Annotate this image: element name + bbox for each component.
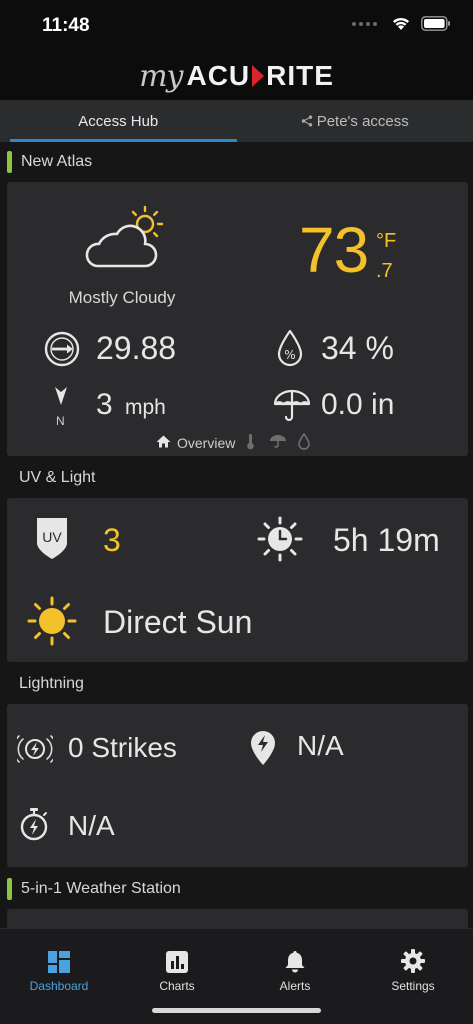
thermometer-icon[interactable] (246, 433, 255, 450)
section-lightning-title: Lightning (19, 675, 84, 692)
device-status-bar (7, 878, 12, 900)
logo-acu-text: ACU (186, 60, 251, 91)
barometer-icon (44, 331, 80, 367)
acurite-logo: my ACU RITE (139, 59, 334, 94)
temperature-unit: °F (376, 230, 397, 252)
light-condition-value: Direct Sun (103, 604, 253, 640)
lightning-distance-value: N/A (297, 730, 344, 761)
device-status-bar (7, 151, 12, 173)
section-uv-light-title: UV & Light (19, 469, 96, 486)
humidity-drop-icon: % (277, 329, 303, 367)
section-uv-light-header: UV & Light (0, 459, 473, 497)
status-time: 11:48 (42, 15, 90, 36)
temperature-value: 73 (299, 214, 369, 286)
nav-dashboard[interactable]: Dashboard (0, 929, 118, 993)
uv-index-value: 3 (103, 522, 121, 558)
logo-rite-text: RITE (266, 60, 334, 91)
nav-alerts[interactable]: Alerts (236, 929, 354, 993)
pressure-value: 29.88 (96, 330, 177, 366)
section-new-atlas-header[interactable]: New Atlas (0, 143, 473, 181)
temperature-decimal: .7 (376, 260, 393, 282)
nav-settings[interactable]: Settings (354, 929, 472, 993)
weather-station-card[interactable] (7, 909, 468, 928)
section-weather-station-header[interactable]: 5-in-1 Weather Station (0, 870, 473, 908)
wind-speed-unit: mph (125, 396, 166, 419)
mostly-cloudy-icon (85, 205, 164, 268)
home-indicator[interactable] (152, 1008, 321, 1013)
direct-sun-icon (27, 596, 77, 646)
battery-icon (421, 16, 450, 31)
section-lightning-header: Lightning (0, 665, 473, 703)
section-weather-station-title: 5-in-1 Weather Station (21, 880, 181, 897)
tab-access-hub[interactable]: Access Hub (0, 100, 237, 142)
svg-text:%: % (284, 348, 295, 362)
sun-clock-icon (257, 516, 303, 562)
weather-condition: Mostly Cloudy (68, 288, 176, 307)
nav-charts[interactable]: Charts (118, 929, 236, 993)
section-new-atlas-title: New Atlas (21, 153, 93, 170)
lightning-strikes-icon (17, 735, 53, 763)
rain-value: 0.0 in (321, 388, 395, 421)
lightning-card[interactable]: 0 Strikes N/A N/A (7, 704, 468, 867)
lightning-strikes-value: 0 Strikes (68, 732, 177, 763)
uv-light-card[interactable]: UV 3 5h 19m Direct Sun (7, 498, 468, 662)
lightning-timer-icon (20, 808, 48, 841)
tab-petes-access-label: Pete's access (316, 112, 409, 130)
rain-umbrella-small-icon[interactable] (269, 434, 287, 449)
access-tabs: Access Hub Pete's access (0, 100, 473, 142)
app-header: my ACU RITE (0, 52, 473, 100)
cellular-signal-icon (352, 21, 377, 26)
umbrella-icon (273, 389, 311, 422)
humidity-small-icon[interactable] (298, 433, 310, 450)
nav-dashboard-label: Dashboard (29, 979, 89, 993)
nav-settings-label: Settings (391, 979, 435, 993)
dashboard-icon (48, 951, 70, 973)
wind-direction-arrow-icon (55, 387, 67, 405)
uv-badge-text: UV (42, 529, 62, 545)
gear-icon (401, 949, 425, 973)
charts-icon (166, 951, 188, 973)
tab-access-hub-label: Access Hub (78, 112, 159, 130)
lightning-last-strike-value: N/A (68, 810, 115, 841)
wind-direction-label: N (56, 414, 65, 428)
light-duration-value: 5h 19m (333, 522, 440, 558)
lightning-location-pin-icon (251, 731, 275, 765)
tab-petes-access[interactable]: Pete's access (237, 100, 473, 142)
overview-link[interactable]: Overview (177, 435, 235, 451)
atlas-card[interactable]: Mostly Cloudy 73 °F .7 29.88 % 34 % N 3 … (7, 182, 468, 456)
home-icon (156, 435, 171, 448)
logo-arrow-icon (252, 65, 265, 87)
wind-speed-value: 3 (96, 388, 113, 421)
share-icon (301, 115, 312, 127)
status-bar: 11:48 (0, 0, 473, 52)
wifi-icon (393, 17, 409, 30)
bell-icon (285, 951, 305, 973)
logo-my-text: my (139, 58, 183, 94)
humidity-value: 34 % (321, 330, 394, 366)
status-icons (352, 16, 451, 31)
nav-alerts-label: Alerts (279, 979, 311, 993)
nav-charts-label: Charts (159, 979, 195, 993)
